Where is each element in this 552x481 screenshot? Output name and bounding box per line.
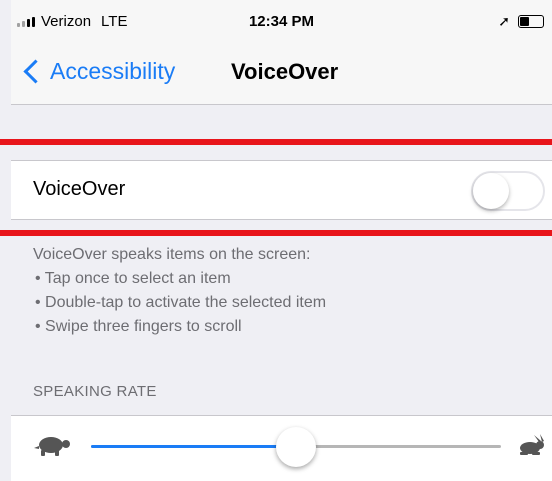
back-button-label: Accessibility (50, 58, 176, 84)
voiceover-description: VoiceOver speaks items on the screen: • … (33, 243, 326, 339)
voiceover-label: VoiceOver (33, 178, 126, 200)
description-bullet: • Swipe three fingers to scroll (35, 318, 242, 335)
chevron-left-icon (23, 59, 48, 84)
highlight-line-top (0, 139, 552, 145)
voiceover-toggle[interactable] (471, 171, 545, 211)
back-button[interactable]: Accessibility (21, 58, 175, 85)
page-title: VoiceOver (231, 59, 339, 84)
highlight-line-bottom (0, 230, 552, 236)
settings-screen: Verizon LTE 12:34 PM ➚ Accessibility Voi… (11, 0, 552, 481)
hare-icon (520, 434, 544, 455)
description-bullet: • Tap once to select an item (35, 270, 231, 287)
battery-icon (518, 15, 544, 28)
status-bar: Verizon LTE 12:34 PM ➚ (11, 0, 552, 44)
description-bullet: • Double-tap to activate the selected it… (35, 294, 327, 311)
toggle-knob (473, 173, 509, 209)
navigation-bar: Accessibility VoiceOver (11, 44, 552, 105)
status-time: 12:34 PM (248, 13, 315, 30)
voiceover-setting-row: VoiceOver (11, 160, 552, 220)
speaking-rate-row (11, 415, 552, 481)
speaking-rate-header: SPEAKING RATE (33, 383, 157, 400)
location-arrow-icon: ➚ (498, 13, 510, 29)
speaking-rate-fill (91, 445, 296, 448)
status-right: ➚ (498, 13, 544, 30)
speaking-rate-slider-thumb[interactable] (276, 427, 316, 467)
turtle-icon (34, 437, 70, 456)
description-intro: VoiceOver speaks items on the screen: (33, 246, 311, 263)
